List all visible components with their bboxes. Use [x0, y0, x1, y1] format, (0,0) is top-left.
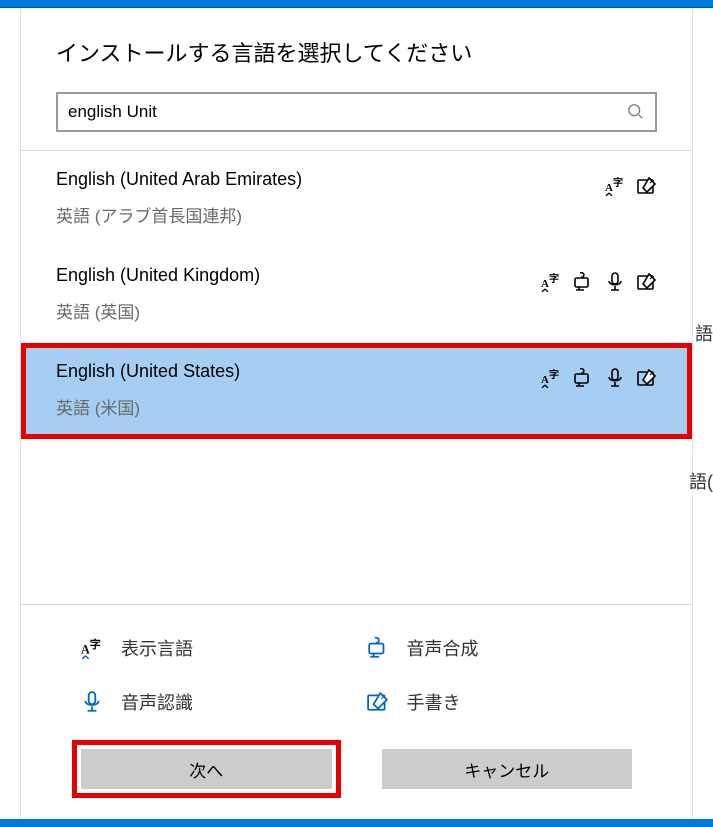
legend-text-to-speech: 音声合成: [367, 635, 633, 661]
button-row: 次へ キャンセル: [21, 735, 692, 819]
language-install-dialog: インストールする言語を選択してください English (United Arab…: [20, 8, 693, 819]
background-text-fragment: 語: [695, 320, 713, 346]
legend-label: 表示言語: [121, 635, 193, 661]
window-titlebar: [0, 0, 713, 8]
legend-display-language: 表示言語: [81, 635, 347, 661]
handwriting-icon: [637, 176, 657, 196]
language-name: English (United States): [56, 361, 240, 382]
handwriting-icon: [637, 272, 657, 292]
speech-recognition-icon: [605, 272, 625, 292]
legend-speech-recognition: 音声認識: [81, 689, 347, 715]
handwriting-icon: [367, 691, 389, 713]
display-language-icon: [541, 368, 561, 388]
language-features: [541, 368, 657, 388]
language-list: English (United Arab Emirates) 英語 (アラブ首長…: [21, 151, 692, 439]
language-native-name: 英語 (米国): [56, 394, 657, 419]
language-native-name: 英語 (アラブ首長国連邦): [56, 202, 657, 227]
background-text-fragment: 語(: [689, 468, 713, 494]
display-language-icon: [605, 176, 625, 196]
text-to-speech-icon: [367, 637, 389, 659]
next-button[interactable]: 次へ: [81, 749, 332, 789]
speech-recognition-icon: [81, 691, 103, 713]
dialog-title: インストールする言語を選択してください: [21, 8, 692, 92]
text-to-speech-icon: [573, 368, 593, 388]
search-icon: [627, 103, 645, 121]
language-item[interactable]: English (United Arab Emirates) 英語 (アラブ首長…: [21, 151, 692, 247]
language-item-selected[interactable]: English (United States) 英語 (米国): [21, 343, 692, 439]
feature-legend: 表示言語 音声合成 音声認識 手書き: [21, 604, 692, 735]
language-name: English (United Kingdom): [56, 265, 260, 286]
handwriting-icon: [637, 368, 657, 388]
legend-handwriting: 手書き: [367, 689, 633, 715]
display-language-icon: [541, 272, 561, 292]
window-bottombar: [0, 819, 713, 827]
legend-label: 音声合成: [407, 635, 479, 661]
search-input[interactable]: [68, 102, 627, 122]
language-item[interactable]: English (United Kingdom) 英語 (英国): [21, 247, 692, 343]
speech-recognition-icon: [605, 368, 625, 388]
language-name: English (United Arab Emirates): [56, 169, 302, 190]
next-button-highlight: 次へ: [72, 740, 341, 798]
language-features: [541, 272, 657, 292]
language-features: [605, 176, 657, 196]
legend-label: 音声認識: [121, 689, 193, 715]
text-to-speech-icon: [573, 272, 593, 292]
language-native-name: 英語 (英国): [56, 298, 657, 323]
legend-label: 手書き: [407, 689, 461, 715]
cancel-button[interactable]: キャンセル: [382, 749, 633, 789]
display-language-icon: [81, 637, 103, 659]
search-container: [21, 92, 692, 150]
search-box[interactable]: [56, 92, 657, 132]
